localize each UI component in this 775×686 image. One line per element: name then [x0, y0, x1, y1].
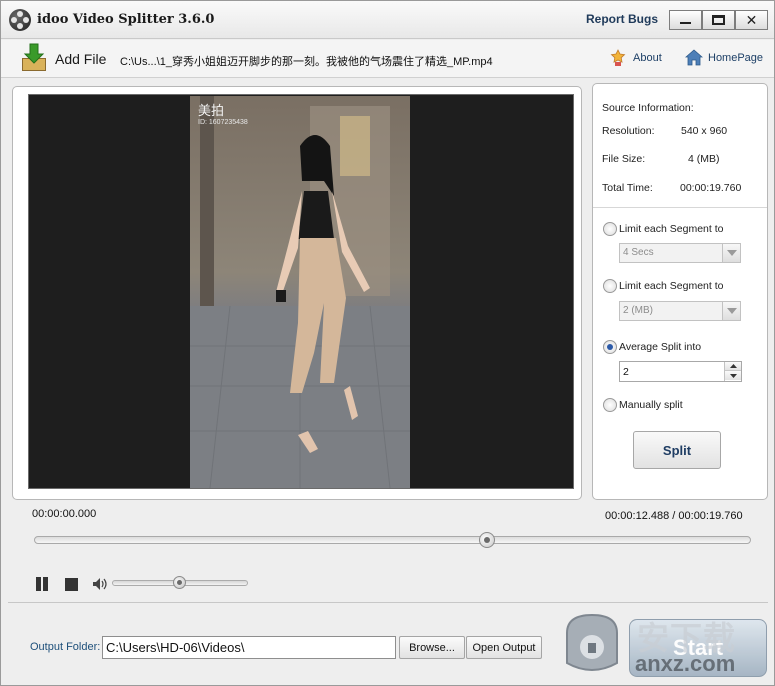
watermark-url: anxz.com: [635, 651, 736, 676]
volume-thumb[interactable]: [172, 576, 186, 589]
limit-time-radio[interactable]: [603, 222, 617, 236]
volume-slider[interactable]: [112, 576, 248, 589]
manual-split-label[interactable]: Manually split: [619, 399, 683, 411]
close-button[interactable]: ✕: [735, 10, 768, 30]
limit-time-value: 4 Secs: [623, 247, 654, 258]
manual-split-radio[interactable]: [603, 398, 617, 412]
footer-divider: [8, 602, 768, 603]
about-icon[interactable]: [610, 49, 626, 67]
open-output-button[interactable]: Open Output: [466, 636, 542, 659]
filesize-label: File Size:: [602, 153, 646, 165]
limit-size-select[interactable]: 2 (MB): [619, 301, 741, 321]
limit-size-radio[interactable]: [603, 279, 617, 293]
video-frame-image: 美拍 ID: 1607235438: [190, 96, 410, 488]
total-time-value: 00:00:19.760: [680, 182, 742, 194]
filesize-value: 4 (MB): [688, 153, 720, 165]
chevron-down-icon[interactable]: [722, 302, 740, 320]
output-folder-label: Output Folder:: [30, 641, 101, 653]
video-watermark-id: ID: 1607235438: [198, 119, 248, 126]
average-split-stepper[interactable]: 2: [619, 361, 742, 382]
output-folder-input[interactable]: [102, 636, 396, 659]
report-bugs-link[interactable]: Report Bugs: [586, 12, 658, 26]
average-split-radio[interactable]: [603, 340, 617, 354]
maximize-button[interactable]: [702, 10, 735, 30]
video-player[interactable]: 美拍 ID: 1607235438: [28, 94, 574, 489]
panel-divider: [593, 207, 767, 208]
add-file-button[interactable]: Add File: [55, 51, 106, 67]
total-time-label: Total Time:: [602, 182, 653, 194]
seek-thumb[interactable]: [478, 532, 495, 548]
video-preview-panel: 美拍 ID: 1607235438: [12, 86, 582, 500]
watermark-shield-icon: [566, 613, 618, 671]
homepage-link[interactable]: HomePage: [708, 52, 763, 64]
title-bar: idoo Video Splitter 3.6.0 Report Bugs ✕: [1, 1, 774, 39]
minimize-button[interactable]: [669, 10, 702, 30]
chevron-down-icon[interactable]: [722, 244, 740, 262]
split-button[interactable]: Split: [633, 431, 721, 469]
limit-size-label[interactable]: Limit each Segment to: [619, 280, 723, 292]
stop-button[interactable]: [65, 578, 78, 591]
close-icon: ✕: [745, 12, 758, 28]
playback-position: 00:00:12.488 / 00:00:19.760: [605, 510, 743, 522]
pause-icon: [36, 577, 41, 591]
seek-slider[interactable]: [34, 532, 751, 548]
toolbar: Add File C:\Us...\1_穿秀小姐姐迈开脚步的那一刻。我被他的气场…: [1, 40, 774, 78]
average-split-label[interactable]: Average Split into: [619, 341, 701, 353]
about-link[interactable]: About: [633, 52, 662, 64]
browse-button[interactable]: Browse...: [399, 636, 465, 659]
start-time: 00:00:00.000: [32, 508, 97, 520]
limit-time-label[interactable]: Limit each Segment to: [619, 223, 723, 235]
maximize-icon: [712, 15, 725, 25]
stepper-down-button[interactable]: [725, 371, 741, 380]
stepper-up-button[interactable]: [725, 362, 741, 371]
pause-button[interactable]: [35, 577, 49, 591]
limit-time-select[interactable]: 4 Secs: [619, 243, 741, 263]
app-title: idoo Video Splitter 3.6.0: [37, 12, 215, 27]
resolution-label: Resolution:: [602, 125, 655, 137]
app-window: idoo Video Splitter 3.6.0 Report Bugs ✕ …: [0, 0, 775, 686]
average-split-value: 2: [623, 366, 629, 378]
minimize-icon: [680, 22, 691, 24]
volume-icon[interactable]: [92, 577, 107, 591]
source-info-heading: Source Information:: [602, 102, 694, 114]
video-watermark-title: 美拍: [198, 103, 225, 118]
stepper-buttons: [724, 362, 741, 381]
add-file-icon[interactable]: [19, 42, 49, 74]
limit-size-value: 2 (MB): [623, 305, 653, 316]
resolution-value: 540 x 960: [681, 125, 728, 137]
split-options-panel: Source Information: Resolution: 540 x 96…: [592, 83, 768, 500]
source-file-path: C:\Us...\1_穿秀小姐姐迈开脚步的那一刻。我被他的气场震住了精选_MP.…: [120, 56, 493, 68]
film-reel-icon: [9, 9, 31, 31]
home-icon[interactable]: [685, 49, 703, 66]
